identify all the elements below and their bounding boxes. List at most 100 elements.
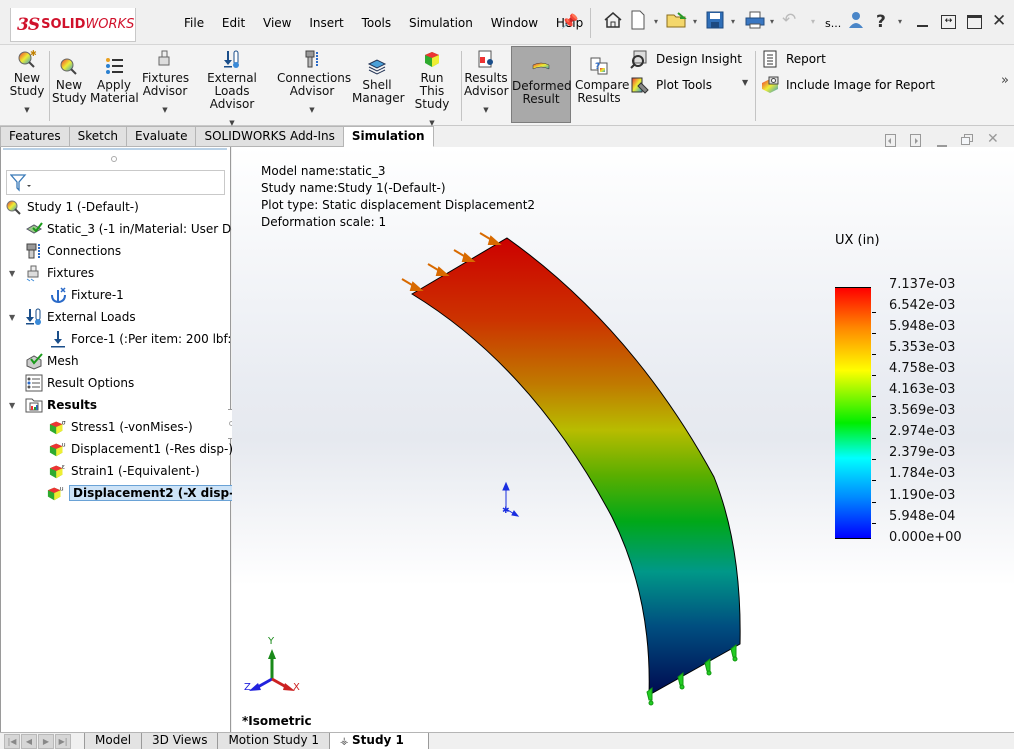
menu-tools[interactable]: Tools <box>362 16 392 30</box>
home-icon[interactable] <box>603 10 623 35</box>
plot-tools-dropdown-icon[interactable]: ▼ <box>742 78 748 87</box>
save-dropdown-icon[interactable]: ▾ <box>731 17 735 26</box>
tab-motion-study-1[interactable]: Motion Study 1 <box>218 733 331 749</box>
menu-simulation[interactable]: Simulation <box>409 16 473 30</box>
tree-label: Fixtures <box>47 266 95 280</box>
viewport-close-icon[interactable]: ✕ <box>987 131 999 147</box>
menu-window[interactable]: Window <box>491 16 538 30</box>
first-tab-icon[interactable]: |◀ <box>4 734 20 749</box>
tab-study-1[interactable]: ⚶ Study 1 <box>330 733 429 749</box>
run-study-icon <box>425 52 439 67</box>
new-document-icon[interactable] <box>630 10 646 35</box>
maximize-icon[interactable] <box>967 15 982 29</box>
tree-item-mesh[interactable]: Mesh <box>25 351 79 371</box>
help-icon[interactable]: ? <box>876 12 886 32</box>
chevron-down-icon: ▼ <box>162 106 168 114</box>
tree-item-strain1[interactable]: ε Strain1 (-Equivalent-) <box>49 461 200 481</box>
dock-right-icon[interactable] <box>910 134 921 147</box>
panel-grip-icon[interactable] <box>111 156 117 162</box>
menu-edit[interactable]: Edit <box>222 16 245 30</box>
new-study-dropdown-button[interactable]: ✱ New Study ▼ <box>8 49 46 117</box>
new-study-button[interactable]: New Study <box>52 56 87 105</box>
help-dropdown-icon[interactable]: ▾ <box>898 17 902 26</box>
solidworks-logo[interactable]: 3S SOLID WORKS <box>10 8 136 42</box>
expand-caret-icon[interactable]: ▼ <box>9 269 15 278</box>
menu-insert[interactable]: Insert <box>309 16 343 30</box>
deformed-result-button[interactable]: Deformed Result <box>511 46 572 123</box>
next-tab-icon[interactable]: ▶ <box>38 734 54 749</box>
dock-left-icon[interactable] <box>885 134 896 147</box>
study-icon <box>5 198 23 216</box>
tree-item-external-loads[interactable]: External Loads <box>25 307 136 327</box>
undo-icon[interactable]: ↶ <box>782 10 796 30</box>
anchor-fixture-icon <box>49 286 67 304</box>
results-advisor-button[interactable]: Results Advisor ▼ <box>464 49 509 117</box>
run-this-study-button[interactable]: Run This Study ▼ <box>407 49 457 130</box>
user-account-icon[interactable] <box>848 10 864 35</box>
strain-plot-icon: ε <box>49 462 67 480</box>
shell-manager-button[interactable]: Shell Manager <box>352 56 405 105</box>
tree-item-study[interactable]: Study 1 (-Default-) <box>5 197 139 217</box>
connections-advisor-button[interactable]: Connections Advisor ▼ <box>277 49 351 117</box>
tree-filter-box[interactable] <box>6 170 225 195</box>
new-dropdown-icon[interactable]: ▾ <box>654 17 658 26</box>
beam-surface[interactable] <box>411 237 741 696</box>
tree-item-fixtures[interactable]: Fixtures <box>25 263 94 283</box>
tree-item-fixture-1[interactable]: Fixture-1 <box>49 285 124 305</box>
legend-color-bar[interactable] <box>835 287 871 539</box>
tab-evaluate[interactable]: Evaluate <box>127 126 197 147</box>
plot-tools-button[interactable]: Plot Tools <box>630 75 712 95</box>
viewport-minimize-icon[interactable] <box>937 145 947 147</box>
tree-item-stress1[interactable]: σ Stress1 (-vonMises-) <box>49 417 193 437</box>
deformed-beam-model[interactable]: ✱ <box>232 147 1014 732</box>
include-image-for-report-button[interactable]: Include Image for Report <box>760 75 935 95</box>
expand-caret-icon[interactable]: ▼ <box>9 313 15 322</box>
menu-file[interactable]: File <box>184 16 204 30</box>
triad-y-label: Y <box>268 636 275 647</box>
print-icon[interactable] <box>745 10 765 35</box>
external-loads-advisor-button[interactable]: External Loads Advisor ▼ <box>193 49 271 130</box>
print-dropdown-icon[interactable]: ▾ <box>770 17 774 26</box>
new-study-label-2: Study <box>9 84 45 98</box>
compare-results-button[interactable]: ? Compare Results <box>575 56 629 105</box>
tree-item-connections[interactable]: Connections <box>25 241 121 261</box>
tree-item-results[interactable]: Results <box>25 395 97 415</box>
design-insight-button[interactable]: Design Insight <box>630 49 742 69</box>
mesh-icon <box>25 352 43 370</box>
tab-3d-views[interactable]: 3D Views <box>142 733 219 749</box>
prev-tab-icon[interactable]: ◀ <box>21 734 37 749</box>
camera-report-icon <box>762 76 779 93</box>
tab-simulation[interactable]: Simulation <box>343 126 434 147</box>
undo-dropdown-icon[interactable]: ▾ <box>811 17 815 26</box>
fixtures-advisor-button[interactable]: Fixtures Advisor ▼ <box>142 49 189 117</box>
minimize-icon[interactable] <box>917 25 928 27</box>
tree-item-displacement1[interactable]: u Displacement1 (-Res disp-) <box>49 439 233 459</box>
last-tab-icon[interactable]: ▶| <box>55 734 71 749</box>
tab-solidworks-add-ins[interactable]: SOLIDWORKS Add-Ins <box>196 126 344 147</box>
tree-item-result-options[interactable]: Result Options <box>25 373 134 393</box>
pin-icon[interactable]: 📌 <box>561 14 578 30</box>
save-icon[interactable] <box>706 10 724 35</box>
open-folder-icon[interactable] <box>666 10 688 35</box>
close-icon[interactable]: ✕ <box>992 11 1006 31</box>
tree-item-part[interactable]: Static_3 (-1 in/Material: User Defin <box>25 219 254 239</box>
apply-material-button[interactable]: Apply Material <box>90 56 139 105</box>
ribbon-overflow-button[interactable]: » <box>1001 73 1009 88</box>
menu-view[interactable]: View <box>263 16 291 30</box>
tree-item-displacement2[interactable]: u Displacement2 (-X disp-) <box>47 483 244 503</box>
tab-features[interactable]: Features <box>0 126 70 147</box>
menu-bar: File Edit View Insert Tools Simulation W… <box>184 16 597 30</box>
tree-item-force-1[interactable]: Force-1 (:Per item: 200 lbf:) <box>49 329 236 349</box>
viewport-restore-icon[interactable] <box>961 134 974 146</box>
report-button[interactable]: Report <box>760 49 826 69</box>
expand-caret-icon[interactable]: ▼ <box>9 401 15 410</box>
tab-model[interactable]: Model <box>85 733 143 749</box>
graphics-viewport[interactable]: Model name:static_3 Study name:Study 1(-… <box>232 147 1014 732</box>
tab-sketch[interactable]: Sketch <box>69 126 128 147</box>
tree-label: Connections <box>47 244 122 258</box>
tile-windows-icon[interactable]: ↔ <box>941 15 956 29</box>
search-commands[interactable]: s... <box>825 17 841 30</box>
open-dropdown-icon[interactable]: ▾ <box>693 17 697 26</box>
panel-splitter[interactable] <box>3 148 227 150</box>
legend-tick <box>872 522 876 524</box>
